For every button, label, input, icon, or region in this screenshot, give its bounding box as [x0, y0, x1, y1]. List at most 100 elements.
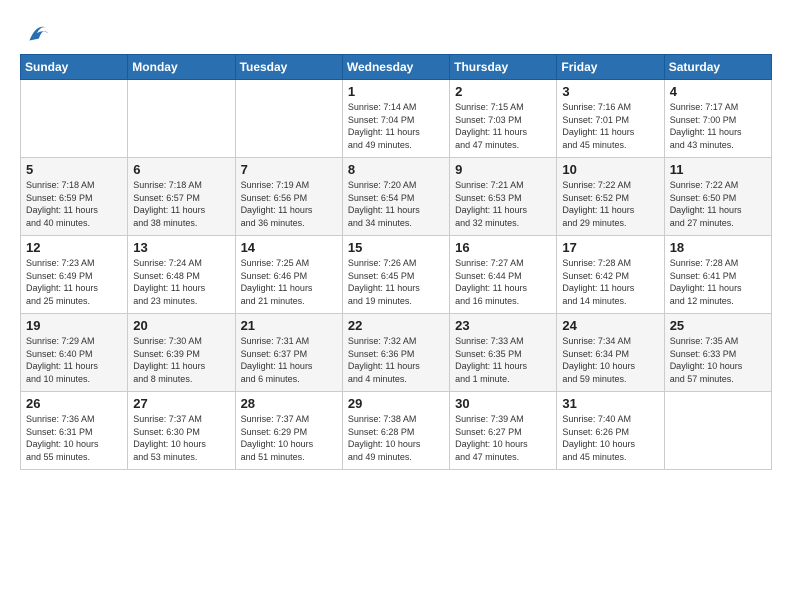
calendar-cell: 19 Sunrise: 7:29 AM Sunset: 6:40 PM Dayli… — [21, 314, 128, 392]
day-info: Sunrise: 7:15 AM Sunset: 7:03 PM Dayligh… — [455, 101, 551, 151]
day-number: 17 — [562, 240, 658, 255]
day-info: Sunrise: 7:40 AM Sunset: 6:26 PM Dayligh… — [562, 413, 658, 463]
day-number: 20 — [133, 318, 229, 333]
day-number: 2 — [455, 84, 551, 99]
day-number: 30 — [455, 396, 551, 411]
page-container: SundayMondayTuesdayWednesdayThursdayFrid… — [0, 0, 792, 480]
day-number: 13 — [133, 240, 229, 255]
day-number: 19 — [26, 318, 122, 333]
day-info: Sunrise: 7:37 AM Sunset: 6:30 PM Dayligh… — [133, 413, 229, 463]
week-row-3: 12 Sunrise: 7:23 AM Sunset: 6:49 PM Dayli… — [21, 236, 772, 314]
calendar-cell: 1Sunrise: 7:14 AM Sunset: 7:04 PM Daylig… — [342, 80, 449, 158]
calendar-cell: 17 Sunrise: 7:28 AM Sunset: 6:42 PM Dayli… — [557, 236, 664, 314]
day-number: 5 — [26, 162, 122, 177]
week-row-2: 5Sunrise: 7:18 AM Sunset: 6:59 PM Daylig… — [21, 158, 772, 236]
calendar-cell: 31 Sunrise: 7:40 AM Sunset: 6:26 PM Dayli… — [557, 392, 664, 470]
calendar-cell: 10 Sunrise: 7:22 AM Sunset: 6:52 PM Dayli… — [557, 158, 664, 236]
day-info: Sunrise: 7:28 AM Sunset: 6:41 PM Dayligh… — [670, 257, 766, 307]
day-info: Sunrise: 7:19 AM Sunset: 6:56 PM Dayligh… — [241, 179, 337, 229]
day-info: Sunrise: 7:31 AM Sunset: 6:37 PM Dayligh… — [241, 335, 337, 385]
day-number: 28 — [241, 396, 337, 411]
week-row-4: 19 Sunrise: 7:29 AM Sunset: 6:40 PM Dayli… — [21, 314, 772, 392]
day-info: Sunrise: 7:36 AM Sunset: 6:31 PM Dayligh… — [26, 413, 122, 463]
calendar-cell — [664, 392, 771, 470]
day-number: 29 — [348, 396, 444, 411]
calendar-cell: 14 Sunrise: 7:25 AM Sunset: 6:46 PM Dayli… — [235, 236, 342, 314]
day-number: 16 — [455, 240, 551, 255]
weekday-header-saturday: Saturday — [664, 55, 771, 80]
calendar-cell: 21 Sunrise: 7:31 AM Sunset: 6:37 PM Dayli… — [235, 314, 342, 392]
weekday-header-sunday: Sunday — [21, 55, 128, 80]
weekday-header-row: SundayMondayTuesdayWednesdayThursdayFrid… — [21, 55, 772, 80]
week-row-5: 26 Sunrise: 7:36 AM Sunset: 6:31 PM Dayli… — [21, 392, 772, 470]
day-info: Sunrise: 7:34 AM Sunset: 6:34 PM Dayligh… — [562, 335, 658, 385]
calendar-cell: 8Sunrise: 7:20 AM Sunset: 6:54 PM Daylig… — [342, 158, 449, 236]
calendar-cell: 9 Sunrise: 7:21 AM Sunset: 6:53 PM Daylig… — [450, 158, 557, 236]
day-info: Sunrise: 7:22 AM Sunset: 6:52 PM Dayligh… — [562, 179, 658, 229]
day-number: 21 — [241, 318, 337, 333]
weekday-header-wednesday: Wednesday — [342, 55, 449, 80]
calendar-cell: 16 Sunrise: 7:27 AM Sunset: 6:44 PM Dayli… — [450, 236, 557, 314]
day-number: 6 — [133, 162, 229, 177]
calendar-cell: 22 Sunrise: 7:32 AM Sunset: 6:36 PM Dayli… — [342, 314, 449, 392]
header — [20, 16, 772, 48]
day-info: Sunrise: 7:32 AM Sunset: 6:36 PM Dayligh… — [348, 335, 444, 385]
calendar-table: SundayMondayTuesdayWednesdayThursdayFrid… — [20, 54, 772, 470]
day-number: 10 — [562, 162, 658, 177]
day-info: Sunrise: 7:25 AM Sunset: 6:46 PM Dayligh… — [241, 257, 337, 307]
day-number: 22 — [348, 318, 444, 333]
calendar-cell: 11Sunrise: 7:22 AM Sunset: 6:50 PM Dayli… — [664, 158, 771, 236]
weekday-header-friday: Friday — [557, 55, 664, 80]
day-number: 27 — [133, 396, 229, 411]
day-info: Sunrise: 7:16 AM Sunset: 7:01 PM Dayligh… — [562, 101, 658, 151]
day-info: Sunrise: 7:27 AM Sunset: 6:44 PM Dayligh… — [455, 257, 551, 307]
day-info: Sunrise: 7:18 AM Sunset: 6:57 PM Dayligh… — [133, 179, 229, 229]
weekday-header-tuesday: Tuesday — [235, 55, 342, 80]
calendar-cell: 4Sunrise: 7:17 AM Sunset: 7:00 PM Daylig… — [664, 80, 771, 158]
day-info: Sunrise: 7:28 AM Sunset: 6:42 PM Dayligh… — [562, 257, 658, 307]
day-info: Sunrise: 7:35 AM Sunset: 6:33 PM Dayligh… — [670, 335, 766, 385]
calendar-cell: 23Sunrise: 7:33 AM Sunset: 6:35 PM Dayli… — [450, 314, 557, 392]
calendar-cell: 7 Sunrise: 7:19 AM Sunset: 6:56 PM Daylig… — [235, 158, 342, 236]
day-info: Sunrise: 7:21 AM Sunset: 6:53 PM Dayligh… — [455, 179, 551, 229]
calendar-cell: 3 Sunrise: 7:16 AM Sunset: 7:01 PM Daylig… — [557, 80, 664, 158]
day-number: 18 — [670, 240, 766, 255]
logo-icon — [22, 20, 50, 48]
day-info: Sunrise: 7:26 AM Sunset: 6:45 PM Dayligh… — [348, 257, 444, 307]
week-row-1: 1Sunrise: 7:14 AM Sunset: 7:04 PM Daylig… — [21, 80, 772, 158]
day-number: 7 — [241, 162, 337, 177]
calendar-cell: 5Sunrise: 7:18 AM Sunset: 6:59 PM Daylig… — [21, 158, 128, 236]
calendar-cell: 27 Sunrise: 7:37 AM Sunset: 6:30 PM Dayli… — [128, 392, 235, 470]
day-number: 3 — [562, 84, 658, 99]
day-info: Sunrise: 7:20 AM Sunset: 6:54 PM Dayligh… — [348, 179, 444, 229]
calendar-cell — [235, 80, 342, 158]
day-info: Sunrise: 7:30 AM Sunset: 6:39 PM Dayligh… — [133, 335, 229, 385]
day-info: Sunrise: 7:14 AM Sunset: 7:04 PM Dayligh… — [348, 101, 444, 151]
day-number: 25 — [670, 318, 766, 333]
day-info: Sunrise: 7:29 AM Sunset: 6:40 PM Dayligh… — [26, 335, 122, 385]
day-info: Sunrise: 7:17 AM Sunset: 7:00 PM Dayligh… — [670, 101, 766, 151]
logo — [20, 20, 50, 48]
day-info: Sunrise: 7:23 AM Sunset: 6:49 PM Dayligh… — [26, 257, 122, 307]
calendar-cell: 29Sunrise: 7:38 AM Sunset: 6:28 PM Dayli… — [342, 392, 449, 470]
day-number: 15 — [348, 240, 444, 255]
day-info: Sunrise: 7:39 AM Sunset: 6:27 PM Dayligh… — [455, 413, 551, 463]
day-number: 24 — [562, 318, 658, 333]
calendar-cell — [128, 80, 235, 158]
calendar-cell: 13 Sunrise: 7:24 AM Sunset: 6:48 PM Dayli… — [128, 236, 235, 314]
weekday-header-thursday: Thursday — [450, 55, 557, 80]
calendar-cell — [21, 80, 128, 158]
calendar-cell: 18 Sunrise: 7:28 AM Sunset: 6:41 PM Dayli… — [664, 236, 771, 314]
day-number: 14 — [241, 240, 337, 255]
day-info: Sunrise: 7:24 AM Sunset: 6:48 PM Dayligh… — [133, 257, 229, 307]
day-number: 23 — [455, 318, 551, 333]
day-number: 12 — [26, 240, 122, 255]
calendar-cell: 2 Sunrise: 7:15 AM Sunset: 7:03 PM Daylig… — [450, 80, 557, 158]
calendar-cell: 30 Sunrise: 7:39 AM Sunset: 6:27 PM Dayli… — [450, 392, 557, 470]
day-number: 31 — [562, 396, 658, 411]
calendar-cell: 24 Sunrise: 7:34 AM Sunset: 6:34 PM Dayli… — [557, 314, 664, 392]
calendar-cell: 28Sunrise: 7:37 AM Sunset: 6:29 PM Dayli… — [235, 392, 342, 470]
day-number: 26 — [26, 396, 122, 411]
calendar-cell: 15 Sunrise: 7:26 AM Sunset: 6:45 PM Dayli… — [342, 236, 449, 314]
day-number: 9 — [455, 162, 551, 177]
